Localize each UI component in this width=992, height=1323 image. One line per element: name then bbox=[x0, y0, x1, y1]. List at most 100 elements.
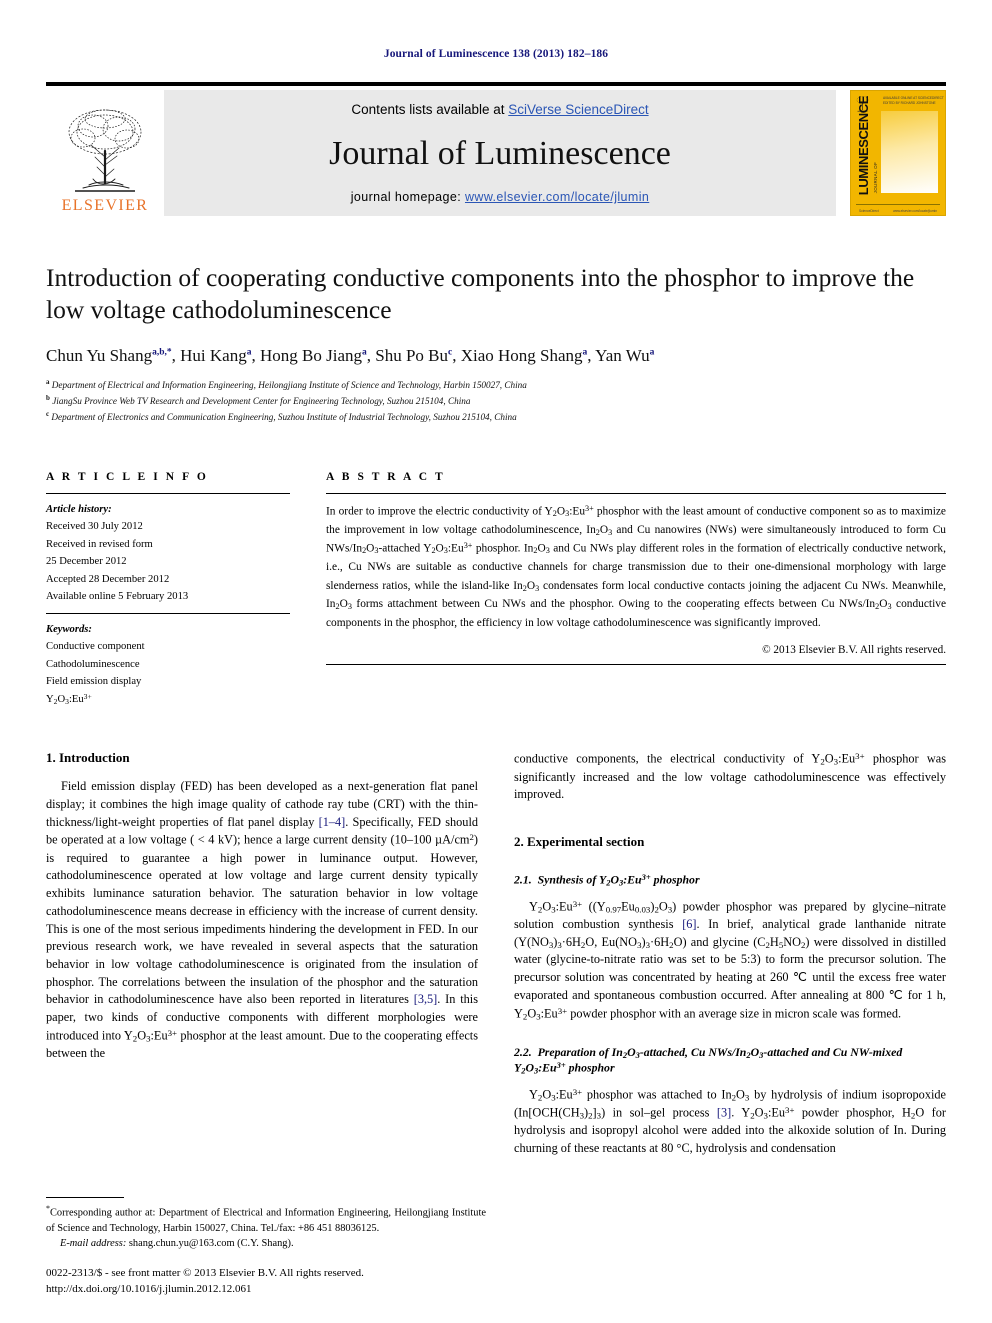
author-entry: Shu Po Buc bbox=[375, 346, 452, 365]
author-name: Chun Yu Shang bbox=[46, 345, 153, 365]
author-marks: a bbox=[361, 347, 367, 358]
affiliation-text: Department of Electrical and Information… bbox=[51, 379, 527, 390]
affiliation-text: JiangSu Province Web TV Research and Dev… bbox=[52, 395, 471, 406]
article-history-item: Available online 5 February 2013 bbox=[46, 591, 189, 603]
author-marks: a bbox=[582, 347, 588, 358]
elsevier-logo: ELSEVIER bbox=[46, 90, 164, 216]
body-column-left: 1. Introduction Field emission display (… bbox=[46, 750, 478, 1158]
article-history-item: Received 30 July 2012 bbox=[46, 521, 143, 533]
author-list: Chun Yu Shanga,b,*, Hui Kanga, Hong Bo J… bbox=[46, 345, 655, 365]
reference-link[interactable]: [1–4] bbox=[319, 815, 346, 829]
cover-top-text: AVAILABLE ONLINE AT SCIENCEDIRECT EDITED… bbox=[883, 96, 944, 105]
abstract-copyright: © 2013 Elsevier B.V. All rights reserved… bbox=[762, 644, 946, 657]
journal-homepage-link[interactable]: www.elsevier.com/locate/jlumin bbox=[465, 190, 649, 204]
article-history-item: 25 December 2012 bbox=[46, 556, 127, 568]
contents-available-line: Contents lists available at SciVerse Sci… bbox=[351, 102, 648, 117]
author-name: Xiao Hong Shang bbox=[460, 345, 583, 365]
intro-paragraph: Field emission display (FED) has been de… bbox=[46, 779, 479, 1061]
affiliation-item: c Department of Electronics and Communic… bbox=[46, 409, 946, 425]
issn-line: 0022-2313/$ - see front matter © 2013 El… bbox=[46, 1267, 364, 1280]
elsevier-tree-icon bbox=[68, 109, 142, 192]
sciencedirect-link[interactable]: SciVerse ScienceDirect bbox=[508, 102, 648, 117]
title-block: Introduction of cooperating conductive c… bbox=[46, 262, 946, 425]
article-info-mid-rule bbox=[46, 612, 290, 614]
abstract-heading: A B S T R A C T bbox=[326, 470, 446, 483]
article-info-column: A R T I C L E I N F O Article history: R… bbox=[46, 471, 290, 708]
keyword-item: Field emission display bbox=[46, 676, 142, 688]
preparation-paragraph: Y2O3:Eu3+ phosphor was attached to In2O3… bbox=[514, 1086, 947, 1156]
article-title: Introduction of cooperating conductive c… bbox=[46, 263, 915, 324]
article-first-page: Journal of Luminescence 138 (2013) 182–1… bbox=[0, 0, 992, 1323]
reference-link[interactable]: [3,5] bbox=[414, 992, 438, 1006]
affiliation-text: Department of Electronics and Communicat… bbox=[51, 411, 517, 422]
affiliation-mark: a bbox=[46, 377, 50, 386]
keyword-item: Conductive component bbox=[46, 641, 145, 653]
heading-2-1-synthesis: 2.1. Synthesis of Y2O3:Eu3+ phosphor bbox=[514, 872, 700, 888]
intro-continuation-paragraph: conductive components, the electrical co… bbox=[514, 751, 947, 802]
email-address[interactable]: shang.chun.yu@163.com (C.Y. Shang). bbox=[129, 1238, 294, 1249]
cover-foot-rule bbox=[856, 204, 940, 205]
author-name: Hong Bo Jiang bbox=[259, 345, 362, 365]
author-marks: c bbox=[447, 347, 453, 358]
author-marks: a bbox=[246, 347, 252, 358]
abstract-column: A B S T R A C T In order to improve the … bbox=[326, 471, 946, 708]
running-head: Journal of Luminescence 138 (2013) 182–1… bbox=[383, 48, 609, 60]
affiliation-item: a Department of Electrical and Informati… bbox=[46, 377, 946, 393]
doi-line[interactable]: http://dx.doi.org/10.1016/j.jlumin.2012.… bbox=[46, 1282, 486, 1297]
journal-title: Journal of Luminescence bbox=[329, 134, 671, 172]
author-marks: a,b,* bbox=[152, 347, 172, 358]
footnote-area: *Corresponding author at: Department of … bbox=[46, 1197, 486, 1297]
body-columns: 1. Introduction Field emission display (… bbox=[46, 750, 946, 1158]
author-marks: a bbox=[649, 347, 655, 358]
elsevier-wordmark: ELSEVIER bbox=[61, 197, 149, 214]
affiliation-item: b JiangSu Province Web TV Research and D… bbox=[46, 393, 946, 409]
keywords-block: Keywords: Conductive component Cathodolu… bbox=[46, 621, 290, 709]
reference-link[interactable]: [6] bbox=[682, 917, 696, 931]
cover-spine-title: LUMINESCENCE bbox=[856, 95, 871, 195]
journal-homepage-line: journal homepage: www.elsevier.com/locat… bbox=[351, 190, 650, 204]
article-history-item: Accepted 28 December 2012 bbox=[46, 573, 170, 585]
article-history-block: Article history: Received 30 July 2012 R… bbox=[46, 501, 290, 606]
footnote-rule bbox=[46, 1197, 124, 1199]
keywords-label: Keywords: bbox=[46, 623, 92, 635]
keyword-item-formula: Y2O3:Eu3+ bbox=[46, 691, 92, 706]
author-entry: Yan Wua bbox=[595, 346, 654, 365]
journal-masthead: ELSEVIER Contents lists available at Sci… bbox=[46, 82, 946, 216]
abstract-top-rule bbox=[326, 492, 946, 494]
abstract-text: In order to improve the electric conduct… bbox=[326, 503, 947, 629]
journal-cover-thumbnail: AVAILABLE ONLINE AT SCIENCEDIRECT EDITED… bbox=[850, 90, 946, 216]
affiliation-mark: b bbox=[46, 393, 50, 402]
author-entry: Chun Yu Shanga,b,* bbox=[46, 346, 172, 365]
affiliation-mark: c bbox=[46, 409, 50, 418]
info-abstract-row: A R T I C L E I N F O Article history: R… bbox=[46, 471, 946, 708]
body-column-right: conductive components, the electrical co… bbox=[514, 750, 946, 1158]
reference-link[interactable]: [3] bbox=[717, 1106, 731, 1120]
author-entry: Xiao Hong Shanga bbox=[461, 346, 588, 365]
cover-gradient-panel bbox=[881, 111, 938, 193]
email-note: E-mail address: shang.chun.yu@163.com (C… bbox=[46, 1237, 486, 1252]
synthesis-paragraph: Y2O3:Eu3+ ((Y0.97Eu0.03)2O3) powder phos… bbox=[514, 898, 947, 1022]
corresponding-author-note: *Corresponding author at: Department of … bbox=[46, 1203, 486, 1236]
article-history-label: Article history: bbox=[46, 503, 112, 515]
heading-experimental-section: 2. Experimental section bbox=[514, 834, 645, 850]
keyword-item: Cathodoluminescence bbox=[46, 658, 140, 670]
homepage-prefix: journal homepage: bbox=[350, 190, 465, 204]
author-entry: Hong Bo Jianga bbox=[260, 346, 367, 365]
author-name: Shu Po Bu bbox=[375, 345, 448, 365]
affiliation-list: a Department of Electrical and Informati… bbox=[46, 377, 946, 425]
author-name: Yan Wu bbox=[595, 345, 650, 365]
cover-foot-right-text: www.elsevier.com/locate/jlumin bbox=[893, 209, 937, 213]
article-info-heading: A R T I C L E I N F O bbox=[46, 470, 209, 483]
author-entry: Hui Kanga bbox=[180, 346, 251, 365]
article-history-item: Received in revised form bbox=[46, 538, 153, 550]
contents-prefix: Contents lists available at bbox=[351, 102, 509, 117]
heading-introduction: 1. Introduction bbox=[46, 750, 130, 766]
footer-block: 0022-2313/$ - see front matter © 2013 El… bbox=[46, 1266, 486, 1297]
heading-2-2-preparation: 2.2. Preparation of In2O3-attached, Cu N… bbox=[514, 1045, 903, 1076]
email-label: E-mail address: bbox=[60, 1238, 127, 1250]
masthead-center-panel: Contents lists available at SciVerse Sci… bbox=[164, 90, 836, 216]
cover-foot-left-text: ScienceDirect bbox=[859, 209, 879, 213]
author-name: Hui Kang bbox=[180, 345, 247, 365]
abstract-bottom-rule bbox=[326, 664, 946, 666]
article-info-top-rule bbox=[46, 492, 290, 494]
